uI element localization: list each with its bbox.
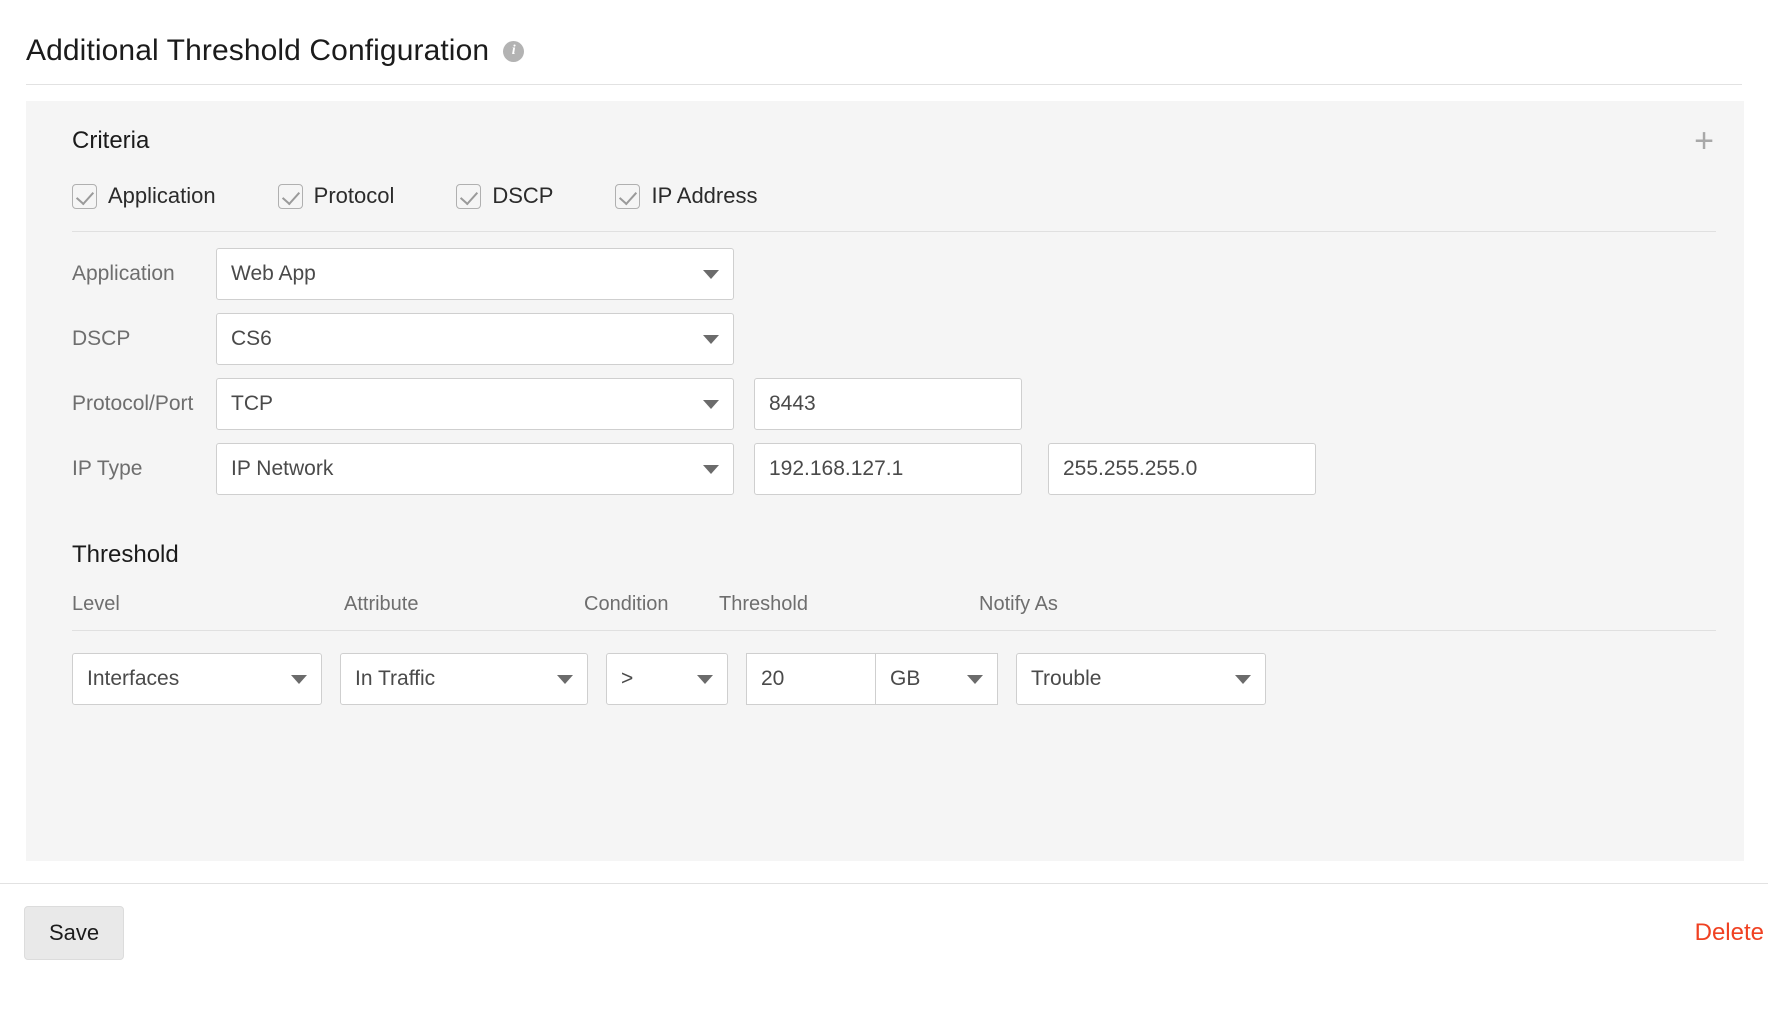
attribute-select[interactable]: In Traffic <box>340 653 588 705</box>
column-header-condition: Condition <box>584 593 719 616</box>
criteria-fields: Application Web App DSCP CS6 Protocol/Po… <box>44 248 1716 495</box>
level-select-value: Interfaces <box>87 667 179 691</box>
threshold-unit-select[interactable]: GB <box>876 653 998 705</box>
criteria-checkbox-row: Application Protocol DSCP IP Address <box>72 183 1716 209</box>
ip-address-input-value: 192.168.127.1 <box>769 457 903 481</box>
chevron-down-icon <box>967 675 983 684</box>
column-header-attribute: Attribute <box>344 593 584 616</box>
threshold-column-headers: Level Attribute Condition Threshold Noti… <box>72 593 1716 616</box>
subnet-mask-input[interactable]: 255.255.255.0 <box>1048 443 1316 495</box>
label-application: Application <box>44 262 216 286</box>
ip-type-select[interactable]: IP Network <box>216 443 734 495</box>
chevron-down-icon <box>291 675 307 684</box>
page-title: Additional Threshold Configuration <box>26 36 489 66</box>
threshold-value-group: 20 GB <box>746 653 998 705</box>
checkbox-label-protocol: Protocol <box>314 183 395 209</box>
info-icon[interactable]: i <box>503 41 524 62</box>
chevron-down-icon <box>703 270 719 279</box>
delete-button[interactable]: Delete <box>1695 919 1764 947</box>
notify-as-select[interactable]: Trouble <box>1016 653 1266 705</box>
checkbox-label-dscp: DSCP <box>492 183 553 209</box>
field-row-protocol-port: Protocol/Port TCP 8443 <box>44 378 1716 430</box>
checkbox-dscp[interactable] <box>456 184 481 209</box>
save-button[interactable]: Save <box>24 906 124 960</box>
checkbox-item-application[interactable]: Application <box>72 183 216 209</box>
label-dscp: DSCP <box>44 327 216 351</box>
field-row-application: Application Web App <box>44 248 1716 300</box>
field-row-dscp: DSCP CS6 <box>44 313 1716 365</box>
level-select[interactable]: Interfaces <box>72 653 322 705</box>
checkbox-protocol[interactable] <box>278 184 303 209</box>
column-header-threshold: Threshold <box>719 593 979 616</box>
checkbox-application[interactable] <box>72 184 97 209</box>
checkbox-item-ip-address[interactable]: IP Address <box>615 183 757 209</box>
label-protocol-port: Protocol/Port <box>44 392 216 416</box>
subnet-mask-input-value: 255.255.255.0 <box>1063 457 1197 481</box>
chevron-down-icon <box>703 335 719 344</box>
chevron-down-icon <box>1235 675 1251 684</box>
column-header-level: Level <box>72 593 344 616</box>
condition-select-value: > <box>621 667 633 691</box>
ip-type-select-value: IP Network <box>231 457 333 481</box>
port-input-value: 8443 <box>769 392 816 416</box>
threshold-divider <box>72 630 1716 631</box>
threshold-section: Threshold Level Attribute Condition Thre… <box>44 541 1716 705</box>
threshold-unit-value: GB <box>890 667 920 691</box>
page-header: Additional Threshold Configuration i <box>0 0 1768 78</box>
ip-address-input[interactable]: 192.168.127.1 <box>754 443 1022 495</box>
condition-select[interactable]: > <box>606 653 728 705</box>
port-input[interactable]: 8443 <box>754 378 1022 430</box>
protocol-select-value: TCP <box>231 392 273 416</box>
notify-as-select-value: Trouble <box>1031 667 1101 691</box>
column-header-notify-as: Notify As <box>979 593 1219 616</box>
protocol-select[interactable]: TCP <box>216 378 734 430</box>
checkbox-label-ip-address: IP Address <box>651 183 757 209</box>
checkbox-ip-address[interactable] <box>615 184 640 209</box>
plus-icon[interactable]: + <box>1690 129 1718 157</box>
header-divider <box>26 84 1742 85</box>
criteria-divider <box>72 231 1716 232</box>
chevron-down-icon <box>703 400 719 409</box>
checkbox-item-protocol[interactable]: Protocol <box>278 183 395 209</box>
chevron-down-icon <box>697 675 713 684</box>
threshold-value-input[interactable]: 20 <box>746 653 876 705</box>
table-row: Interfaces In Traffic > 20 GB <box>72 653 1716 705</box>
chevron-down-icon <box>703 465 719 474</box>
criteria-heading: Criteria <box>72 127 1716 155</box>
threshold-value: 20 <box>761 667 784 691</box>
application-select[interactable]: Web App <box>216 248 734 300</box>
threshold-configuration-panel: + Criteria Application Protocol DSCP IP … <box>26 101 1744 861</box>
checkbox-label-application: Application <box>108 183 216 209</box>
footer: Save Delete <box>0 884 1768 960</box>
attribute-select-value: In Traffic <box>355 667 435 691</box>
checkbox-item-dscp[interactable]: DSCP <box>456 183 553 209</box>
chevron-down-icon <box>557 675 573 684</box>
label-ip-type: IP Type <box>44 457 216 481</box>
field-row-ip-type: IP Type IP Network 192.168.127.1 255.255… <box>44 443 1716 495</box>
dscp-select-value: CS6 <box>231 327 272 351</box>
threshold-heading: Threshold <box>72 541 1716 569</box>
dscp-select[interactable]: CS6 <box>216 313 734 365</box>
application-select-value: Web App <box>231 262 316 286</box>
